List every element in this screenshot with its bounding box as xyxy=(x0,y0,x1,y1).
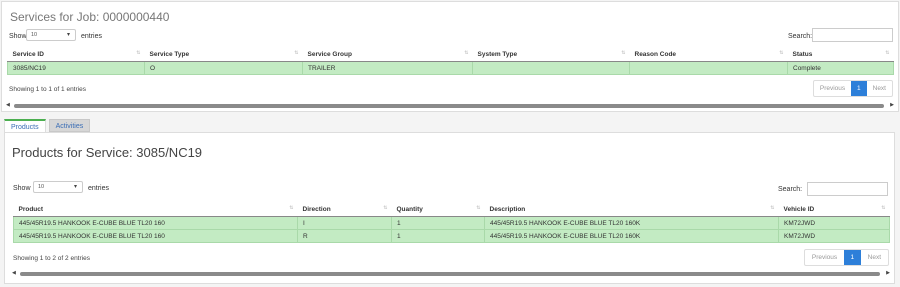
products-panel: Products for Service: 3085/NC19 Show 10 … xyxy=(4,132,895,284)
table-cell xyxy=(472,61,630,75)
sort-icon: ⇅ xyxy=(881,205,886,211)
scroll-right-icon[interactable]: ▶ xyxy=(886,270,890,276)
services-panel: Services for Job: 0000000440 Show 10 ▾ e… xyxy=(1,1,899,112)
sort-icon: ⇅ xyxy=(779,50,784,56)
page-length-value: 10 xyxy=(38,184,45,190)
page-title: Services for Job: 0000000440 xyxy=(10,10,170,24)
page-length-select[interactable]: 10 ▾ xyxy=(26,29,76,41)
previous-button[interactable]: Previous xyxy=(805,250,844,265)
pagination: Previous 1 Next xyxy=(804,249,889,266)
search-input[interactable] xyxy=(807,182,888,196)
scroll-right-icon[interactable]: ▶ xyxy=(890,102,894,108)
show-label: Show xyxy=(9,33,27,40)
table-cell: 445/45R19.5 HANKOOK E-CUBE BLUE TL20 160 xyxy=(13,216,298,230)
horizontal-scrollbar[interactable]: ◀ ▶ xyxy=(6,102,894,109)
page-length-select[interactable]: 10 ▾ xyxy=(33,181,83,193)
products-table: Product ⇅ Direction ⇅ Quantity ⇅ Descriptio… xyxy=(13,203,890,243)
table-header-row: Product ⇅ Direction ⇅ Quantity ⇅ Descriptio… xyxy=(13,203,890,217)
table-cell: KM72JWD xyxy=(778,229,890,243)
column-header[interactable]: Service Type ⇅ xyxy=(144,48,303,62)
page-1-button[interactable]: 1 xyxy=(844,250,861,265)
search-label: Search: xyxy=(788,33,813,40)
scroll-left-icon[interactable]: ◀ xyxy=(12,270,16,276)
tab-activities[interactable]: Activities xyxy=(48,119,91,132)
column-header[interactable]: Status ⇅ xyxy=(787,48,894,62)
column-header[interactable]: Reason Code ⇅ xyxy=(629,48,788,62)
scroll-left-icon[interactable]: ◀ xyxy=(6,102,10,108)
table-cell: KM72JWD xyxy=(778,216,890,230)
column-header[interactable]: Vehicle ID ⇅ xyxy=(778,203,890,217)
table-header-row: Service ID ⇅ Service Type ⇅ Service Group ⇅… xyxy=(7,48,894,62)
table-cell: I xyxy=(297,216,392,230)
entries-label: entries xyxy=(88,185,110,192)
page-1-button[interactable]: 1 xyxy=(851,81,867,96)
services-table: Service ID ⇅ Service Type ⇅ Service Group ⇅… xyxy=(7,48,894,75)
column-header[interactable]: System Type ⇅ xyxy=(472,48,630,62)
table-row[interactable]: 445/45R19.5 HANKOOK E-CUBE BLUE TL20 160… xyxy=(13,216,890,230)
table-cell: 445/45R19.5 HANKOOK E-CUBE BLUE TL20 160 xyxy=(13,229,298,243)
next-button[interactable]: Next xyxy=(867,81,892,96)
table-cell: TRAILER xyxy=(302,61,473,75)
column-header[interactable]: Quantity ⇅ xyxy=(391,203,485,217)
column-header[interactable]: Direction ⇅ xyxy=(297,203,392,217)
entries-label: entries xyxy=(81,33,103,40)
sort-icon: ⇅ xyxy=(621,50,626,56)
chevron-down-icon: ▾ xyxy=(66,32,70,38)
table-cell: 445/45R19.5 HANKOOK E-CUBE BLUE TL20 160… xyxy=(484,229,779,243)
detail-tabs: Products Activities xyxy=(4,119,91,132)
sort-icon: ⇅ xyxy=(289,205,294,211)
scrollbar-thumb[interactable] xyxy=(20,272,880,276)
sort-icon: ⇅ xyxy=(770,205,775,211)
search-label: Search: xyxy=(778,186,803,193)
sort-icon: ⇅ xyxy=(464,50,469,56)
sort-icon: ⇅ xyxy=(294,50,299,56)
sort-icon: ⇅ xyxy=(383,205,388,211)
table-cell: O xyxy=(144,61,303,75)
column-header[interactable]: Service ID ⇅ xyxy=(7,48,145,62)
column-header[interactable]: Description ⇅ xyxy=(484,203,779,217)
table-cell: R xyxy=(297,229,392,243)
tab-products[interactable]: Products xyxy=(4,119,46,132)
column-header[interactable]: Service Group ⇅ xyxy=(302,48,473,62)
pagination: Previous 1 Next xyxy=(813,80,893,97)
sort-icon: ⇅ xyxy=(885,50,890,56)
table-cell: 1 xyxy=(391,216,485,230)
sort-icon: ⇅ xyxy=(476,205,481,211)
table-cell: 445/45R19.5 HANKOOK E-CUBE BLUE TL20 160… xyxy=(484,216,779,230)
section-title: Products for Service: 3085/NC19 xyxy=(12,145,203,160)
previous-button[interactable]: Previous xyxy=(814,81,851,96)
scrollbar-thumb[interactable] xyxy=(14,104,884,108)
column-header[interactable]: Product ⇅ xyxy=(13,203,298,217)
table-cell: Complete xyxy=(787,61,894,75)
table-info: Showing 1 to 1 of 1 entries xyxy=(9,86,86,93)
table-cell: 1 xyxy=(391,229,485,243)
table-info: Showing 1 to 2 of 2 entries xyxy=(13,255,90,262)
table-row[interactable]: 3085/NC19 O TRAILER Complete xyxy=(7,61,894,75)
show-label: Show xyxy=(13,185,31,192)
chevron-down-icon: ▾ xyxy=(73,184,77,190)
sort-icon: ⇅ xyxy=(136,50,141,56)
table-row[interactable]: 445/45R19.5 HANKOOK E-CUBE BLUE TL20 160… xyxy=(13,229,890,243)
search-input[interactable] xyxy=(812,28,893,42)
next-button[interactable]: Next xyxy=(861,250,888,265)
table-cell: 3085/NC19 xyxy=(7,61,145,75)
table-cell xyxy=(629,61,788,75)
horizontal-scrollbar[interactable]: ◀ ▶ xyxy=(12,270,890,277)
page-length-value: 10 xyxy=(31,32,38,38)
